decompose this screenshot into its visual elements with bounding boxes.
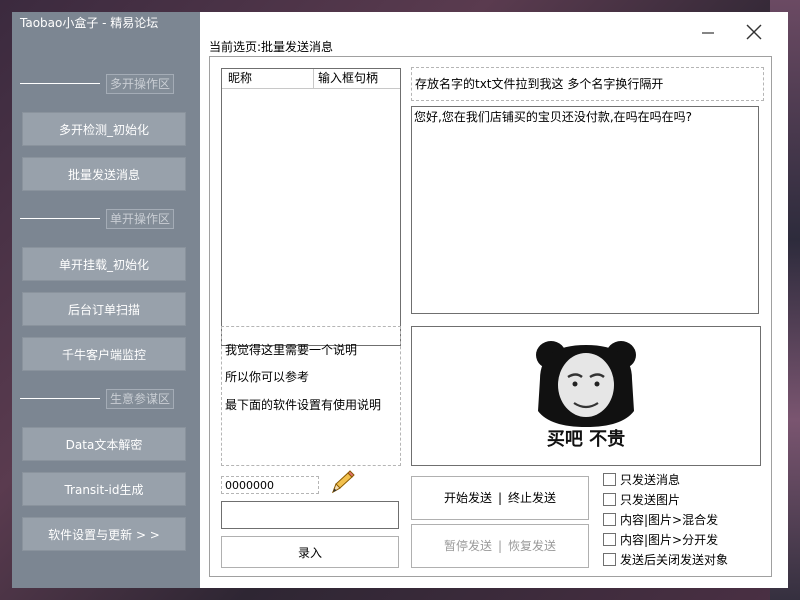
checkbox[interactable] [603, 533, 616, 546]
section-label: 多开操作区 [106, 74, 174, 94]
batch-send-button[interactable]: 批量发送消息 [22, 157, 186, 191]
pause-resume-send-button[interactable]: 暂停发送 | 恢复发送 [411, 524, 589, 568]
order-scan-button[interactable]: 后台订单扫描 [22, 292, 186, 326]
option-only-image[interactable]: 只发送图片 [603, 492, 680, 508]
sidebar: Taobao小盒子 - 精易论坛 多开操作区 多开检测_初始化 批量发送消息 单… [12, 12, 200, 588]
send-separator: | [497, 491, 503, 505]
section-business-advisor: 生意参谋区 [20, 389, 188, 409]
checkbox[interactable] [603, 553, 616, 566]
resume-send-label[interactable]: 恢复发送 [508, 539, 556, 553]
pause-send-label[interactable]: 暂停发送 [444, 539, 492, 553]
col-nickname[interactable]: 昵称 [228, 69, 312, 88]
record-button[interactable]: 录入 [221, 536, 399, 568]
note-line: 最下面的软件设置有使用说明 [225, 398, 382, 412]
image-preview[interactable]: 买吧 不贵 [411, 326, 761, 466]
id-field[interactable]: 0000000 [221, 476, 319, 494]
option-label: 内容|图片>分开发 [620, 533, 719, 547]
data-decrypt-button[interactable]: Data文本解密 [22, 427, 186, 461]
option-label: 发送后关闭发送对象 [620, 553, 729, 567]
checkbox[interactable] [603, 473, 616, 486]
start-stop-send-button[interactable]: 开始发送 | 终止发送 [411, 476, 589, 520]
send-separator: | [497, 539, 503, 553]
option-mixed-send[interactable]: 内容|图片>混合发 [603, 512, 718, 528]
minimize-icon[interactable] [694, 22, 722, 44]
section-label: 生意参谋区 [106, 389, 174, 409]
option-label: 只发送图片 [620, 493, 681, 507]
transit-id-button[interactable]: Transit-id生成 [22, 472, 186, 506]
current-page-label: 当前选页:批量发送消息 [209, 40, 334, 54]
checkbox[interactable] [603, 513, 616, 526]
main-window: 当前选页:批量发送消息 昵称 输入框句柄 存放名字的txt文件拉到我这 多个名字… [200, 12, 788, 588]
stop-send-label[interactable]: 终止发送 [508, 491, 556, 505]
multi-open-detect-button[interactable]: 多开检测_初始化 [22, 112, 186, 146]
col-input-handle[interactable]: 输入框句柄 [318, 69, 388, 88]
content-frame: 昵称 输入框句柄 存放名字的txt文件拉到我这 多个名字换行隔开 您好,您在我们… [209, 56, 772, 577]
section-single-open: 单开操作区 [20, 209, 188, 229]
nickname-list[interactable]: 昵称 输入框句柄 [221, 68, 401, 346]
single-open-mount-button[interactable]: 单开挂载_初始化 [22, 247, 186, 281]
option-close-after-send[interactable]: 发送后关闭发送对象 [603, 552, 728, 568]
section-divider [20, 83, 100, 84]
section-label: 单开操作区 [106, 209, 174, 229]
note-line: 所以你可以参考 [225, 370, 310, 384]
section-multi-open: 多开操作区 [20, 74, 188, 94]
file-drop-zone[interactable]: 存放名字的txt文件拉到我这 多个名字换行隔开 [411, 67, 764, 101]
option-label: 内容|图片>混合发 [620, 513, 719, 527]
list-header: 昵称 输入框句柄 [222, 69, 400, 89]
section-divider [20, 218, 100, 219]
pencil-icon[interactable] [329, 470, 355, 496]
section-divider [20, 398, 100, 399]
start-send-label[interactable]: 开始发送 [444, 491, 492, 505]
settings-update-button[interactable]: 软件设置与更新 > > [22, 517, 186, 551]
option-label: 只发送消息 [620, 473, 681, 487]
note-line: 我觉得这里需要一个说明 [225, 343, 358, 357]
option-only-message[interactable]: 只发送消息 [603, 472, 680, 488]
image-caption: 买吧 不贵 [547, 429, 625, 450]
instruction-note: 我觉得这里需要一个说明 所以你可以参考 最下面的软件设置有使用说明 [221, 326, 401, 466]
option-separate-send[interactable]: 内容|图片>分开发 [603, 532, 718, 548]
qianniu-monitor-button[interactable]: 千牛客户端监控 [22, 337, 186, 371]
close-icon[interactable] [740, 22, 768, 44]
app-title: Taobao小盒子 - 精易论坛 [20, 16, 159, 30]
entry-input[interactable] [221, 501, 399, 529]
panda-meme-image: 买吧 不贵 [536, 341, 636, 450]
checkbox[interactable] [603, 493, 616, 506]
col-separator[interactable] [313, 69, 314, 88]
message-textarea[interactable]: 您好,您在我们店铺买的宝贝还没付款,在吗在吗在吗? [411, 106, 759, 314]
